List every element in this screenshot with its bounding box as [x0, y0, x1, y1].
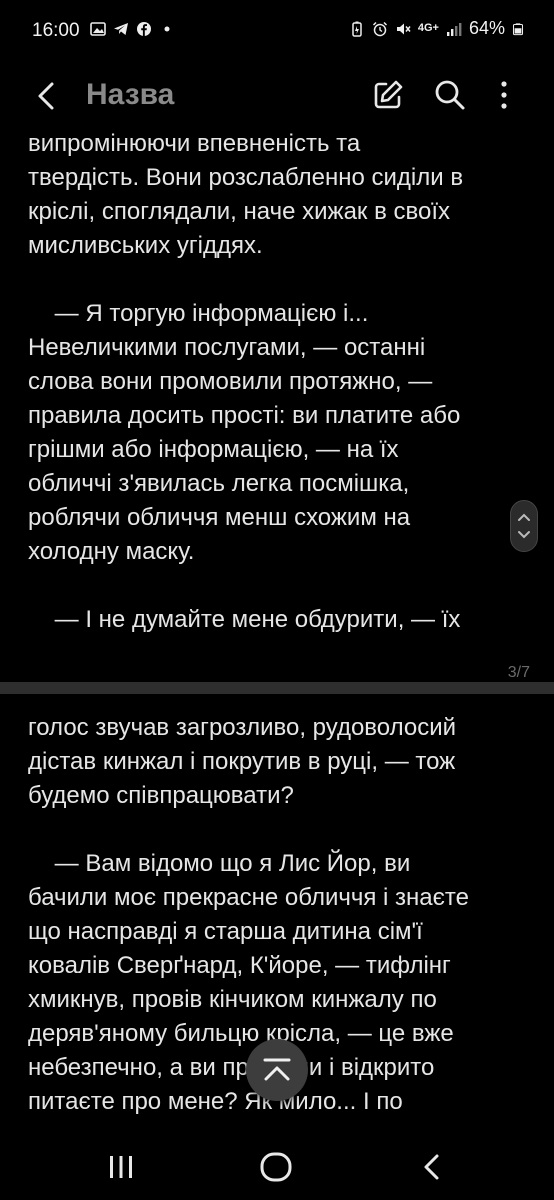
app-bar: Назва: [0, 62, 554, 130]
text-line: [28, 263, 528, 297]
battery-percent: 64%: [468, 18, 505, 38]
text-line: дістав кинжал і покрутив в руці, — тож: [28, 748, 456, 775]
scroll-to-top-button[interactable]: [246, 1039, 308, 1101]
text-line: будемо співпрацювати?: [28, 782, 294, 809]
reader-page[interactable]: випромінюючи впевненість та твердість. В…: [0, 130, 554, 682]
text-line: ковалів Сверґнард, К'йоре, — тифлінг: [28, 952, 451, 979]
notification-icons: [90, 21, 175, 37]
search-icon[interactable]: [432, 77, 468, 113]
text-line: правила досить прості: ви платите або: [28, 402, 461, 429]
text-line: [28, 569, 528, 603]
text-line: слова вони промовили протяжно, —: [28, 368, 433, 395]
text-line: роблячи обличчя менш схожим на: [28, 504, 411, 531]
alarm-icon: [372, 21, 387, 36]
text-line: Невеличкими послугами, — останні: [28, 334, 426, 361]
book-title: Назва: [86, 78, 175, 111]
gallery-icon: [90, 22, 106, 36]
edit-icon[interactable]: [370, 77, 406, 113]
page-text: випромінюючи впевненість та твердість. В…: [28, 130, 528, 637]
scroll-chevrons-icon: [518, 513, 530, 539]
telegram-icon: [114, 23, 128, 35]
text-line: [28, 813, 528, 847]
home-icon[interactable]: [258, 1150, 294, 1184]
text-line: кріслі, споглядали, наче хижак в своїх: [28, 198, 451, 225]
text-line: — Вам відомо що я Лис Йор, ви: [28, 850, 411, 877]
text-line: грішми або інформацією, — на їх: [28, 436, 399, 463]
navigation-bar: [0, 1142, 554, 1200]
status-bar: 16:00 4G+ 64%: [0, 0, 554, 62]
page-divider: [0, 682, 554, 694]
system-icons: 4G+ 64%: [349, 18, 524, 39]
page-counter: 3/7: [507, 664, 530, 681]
battery-saver-icon: [352, 21, 362, 37]
text-line: холодну маску.: [28, 538, 195, 565]
text-line: мисливських угіддях.: [28, 232, 263, 259]
text-line: обличчі з'явилась легка посмішка,: [28, 470, 410, 497]
more-icon[interactable]: [490, 77, 518, 113]
signal-icon: [446, 22, 462, 36]
text-line: твердість. Вони розслабленно сиділи в: [28, 164, 464, 191]
status-time: 16:00: [32, 20, 80, 41]
text-line: хмикнув, провів кінчиком кинжалу по: [28, 986, 437, 1013]
scroll-to-top-icon: [263, 1058, 291, 1081]
network-type: 4G+: [417, 22, 439, 34]
facebook-icon: [137, 22, 151, 36]
text-line: — І не думайте мене обдурити, — їх: [28, 606, 461, 633]
text-line: що насправді я старша дитина сім'ї: [28, 918, 423, 945]
recents-icon[interactable]: [106, 1152, 136, 1182]
back-icon[interactable]: [418, 1152, 446, 1182]
back-icon[interactable]: [28, 76, 68, 116]
dot-icon: [164, 26, 170, 32]
text-line: випромінюючи впевненість та: [28, 130, 361, 157]
text-line: голос звучав загрозливо, рудоволосий: [28, 714, 457, 741]
text-line: — Я торгую інформацією і...: [28, 300, 369, 327]
mute-icon: [396, 23, 411, 34]
battery-icon: [512, 22, 524, 35]
fast-scroll-handle[interactable]: [510, 500, 538, 552]
text-line: бачили моє прекрасне обличчя і знаєте: [28, 884, 469, 911]
